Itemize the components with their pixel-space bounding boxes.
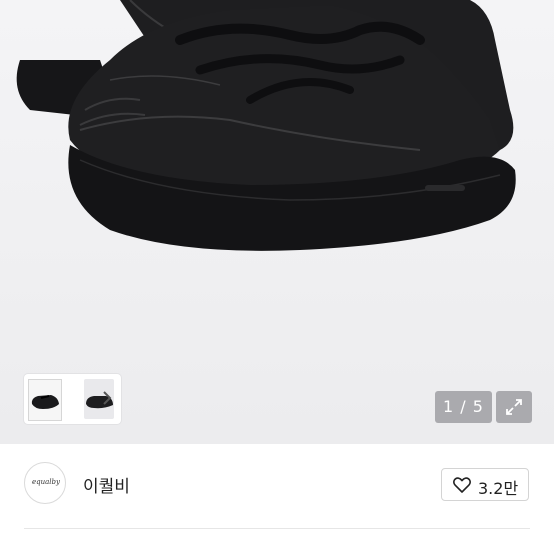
chevron-right-icon[interactable] [98,390,116,410]
divider [24,528,530,529]
like-count: 3.2만 [478,479,519,498]
like-button[interactable]: 3.2만 [441,468,529,501]
seller-logo-text: equalby [32,478,60,486]
thumbnail-1[interactable] [28,379,62,421]
heart-outline-icon [453,477,471,493]
product-image-viewer[interactable]: 1 / 5 [0,0,554,444]
seller-bar: equalby 이퀄비 3.2만 [0,444,554,524]
expand-button[interactable] [496,391,532,423]
expand-icon [506,399,522,415]
seller-name[interactable]: 이퀄비 [83,472,130,497]
seller-avatar[interactable]: equalby [24,462,66,504]
image-counter: 1 / 5 [435,391,492,423]
